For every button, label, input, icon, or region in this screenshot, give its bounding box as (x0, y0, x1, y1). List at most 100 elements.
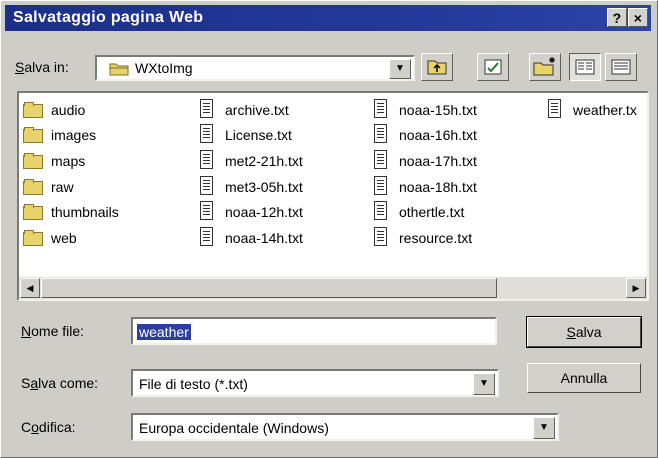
list-item[interactable]: raw (23, 174, 119, 200)
list-item[interactable]: images (23, 123, 119, 149)
list-item[interactable]: noaa-18h.txt (371, 174, 477, 200)
up-one-level-button[interactable] (421, 53, 453, 81)
save-dialog: Salvataggio pagina Web ? × Salva in: WXt… (0, 0, 658, 458)
location-value: WXtoImg (135, 60, 193, 76)
text-file-icon (197, 226, 217, 246)
list-view-icon (575, 59, 595, 75)
text-file-icon (197, 201, 217, 221)
filename-input[interactable]: weather (131, 317, 497, 345)
new-folder-button[interactable] (529, 53, 561, 81)
savetype-value: File di testo (*.txt) (139, 376, 248, 392)
list-item[interactable]: License.txt (197, 123, 303, 149)
list-view-button[interactable] (569, 53, 601, 81)
list-item[interactable]: noaa-16h.txt (371, 123, 477, 149)
file-column-1: audio images maps raw thumbnails web (23, 97, 119, 251)
file-name: audio (51, 101, 86, 118)
file-name: weather.tx (573, 101, 637, 118)
encoding-value: Europa occidentale (Windows) (139, 420, 329, 436)
text-file-icon (371, 201, 391, 221)
savetype-select[interactable]: File di testo (*.txt) ▼ (131, 369, 499, 397)
file-name: web (51, 229, 77, 246)
save-button[interactable]: Salva (526, 316, 642, 348)
file-name: othertle.txt (399, 204, 465, 221)
cancel-button[interactable]: Annulla (527, 363, 641, 393)
text-file-icon (545, 98, 565, 118)
list-item[interactable]: web (23, 225, 119, 251)
up-folder-icon (427, 60, 447, 75)
new-folder-icon (533, 57, 555, 76)
list-item[interactable]: maps (23, 148, 119, 174)
file-column-3: noaa-15h.txt noaa-16h.txt noaa-17h.txt n… (371, 97, 477, 251)
chevron-down-icon: ▼ (539, 422, 549, 433)
help-button[interactable]: ? (607, 8, 627, 27)
file-name: thumbnails (51, 204, 119, 221)
encoding-label: Codifica: (21, 419, 76, 435)
text-file-icon (197, 98, 217, 118)
file-name: raw (51, 178, 74, 195)
title-bar: Salvataggio pagina Web ? × (5, 5, 651, 31)
file-name: noaa-16h.txt (399, 127, 477, 144)
file-name: images (51, 127, 97, 144)
list-item[interactable]: noaa-17h.txt (371, 148, 477, 174)
folder-icon (23, 178, 43, 195)
folder-icon (23, 127, 43, 144)
list-item[interactable]: othertle.txt (371, 199, 477, 225)
file-name: noaa-12h.txt (225, 204, 303, 221)
horizontal-scrollbar[interactable]: ◀ ▶ (19, 277, 647, 299)
file-name: License.txt (225, 127, 292, 144)
encoding-select[interactable]: Europa occidentale (Windows) ▼ (131, 413, 559, 441)
encoding-dropdown-button[interactable]: ▼ (533, 417, 555, 439)
file-name: archive.txt (225, 101, 289, 118)
details-view-button[interactable] (605, 53, 637, 81)
list-item[interactable]: weather.tx (545, 97, 637, 123)
list-item[interactable]: archive.txt (197, 97, 303, 123)
filename-value: weather (137, 324, 191, 340)
file-name: maps (51, 152, 86, 169)
location-dropdown-button[interactable]: ▼ (389, 59, 411, 79)
chevron-down-icon: ▼ (479, 378, 489, 389)
list-item[interactable]: thumbnails (23, 199, 119, 225)
text-file-icon (371, 175, 391, 195)
text-file-icon (197, 175, 217, 195)
list-item[interactable]: noaa-15h.txt (371, 97, 477, 123)
details-view-icon (611, 59, 631, 75)
list-item[interactable]: audio (23, 97, 119, 123)
desktop-button[interactable] (477, 53, 509, 81)
list-item[interactable]: noaa-12h.txt (197, 199, 303, 225)
window-title: Salvataggio pagina Web (13, 9, 204, 26)
text-file-icon (371, 98, 391, 118)
folder-icon (23, 229, 43, 246)
close-button[interactable]: × (628, 8, 648, 27)
list-item[interactable]: met3-05h.txt (197, 174, 303, 200)
filename-label: Nome file: (21, 323, 85, 339)
list-item[interactable]: noaa-14h.txt (197, 225, 303, 251)
folder-icon (109, 62, 129, 76)
file-name: met2-21h.txt (225, 152, 303, 169)
arrow-right-icon: ▶ (632, 283, 640, 293)
folder-icon (23, 152, 43, 169)
file-list[interactable]: audio images maps raw thumbnails web arc… (17, 91, 649, 301)
file-name: noaa-17h.txt (399, 152, 477, 169)
chevron-down-icon: ▼ (395, 63, 405, 74)
arrow-left-icon: ◀ (26, 283, 34, 293)
location-combo[interactable]: WXtoImg ▼ (95, 55, 415, 81)
scroll-thumb[interactable] (41, 278, 497, 298)
desktop-icon (484, 59, 502, 75)
list-item[interactable]: resource.txt (371, 225, 477, 251)
scroll-left-button[interactable]: ◀ (20, 278, 40, 298)
text-file-icon (197, 124, 217, 144)
text-file-icon (371, 149, 391, 169)
location-label: Salva in: (15, 59, 69, 75)
list-item[interactable]: met2-21h.txt (197, 148, 303, 174)
file-column-2: archive.txt License.txt met2-21h.txt met… (197, 97, 303, 251)
text-file-icon (371, 226, 391, 246)
folder-icon (23, 204, 43, 221)
file-name: resource.txt (399, 229, 473, 246)
file-column-4: weather.tx (545, 97, 637, 123)
text-file-icon (197, 149, 217, 169)
file-name: noaa-18h.txt (399, 178, 477, 195)
folder-icon (23, 101, 43, 118)
text-file-icon (371, 124, 391, 144)
scroll-right-button[interactable]: ▶ (626, 278, 646, 298)
savetype-dropdown-button[interactable]: ▼ (473, 373, 495, 395)
